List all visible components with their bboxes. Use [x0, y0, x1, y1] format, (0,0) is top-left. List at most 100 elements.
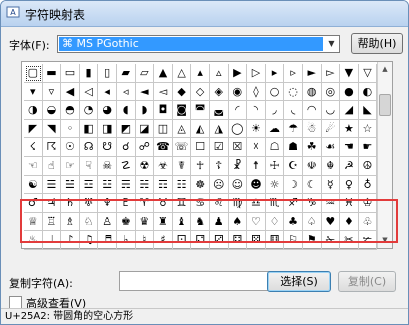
char-cell[interactable]: ♭: [116, 231, 136, 250]
char-cell[interactable]: ⚄: [247, 231, 266, 250]
char-cell[interactable]: ♠: [228, 212, 248, 232]
chevron-down-icon[interactable]: ▼: [324, 36, 339, 52]
char-cell[interactable]: ☑: [209, 138, 229, 157]
char-cell[interactable]: ◃: [116, 82, 136, 102]
char-cell[interactable]: ☠: [98, 156, 117, 176]
char-cell[interactable]: ◚: [191, 101, 210, 120]
char-cell[interactable]: ☵: [135, 175, 155, 195]
char-cell[interactable]: ♊: [172, 194, 192, 213]
char-cell[interactable]: ☲: [79, 175, 99, 195]
char-cell[interactable]: ☚: [340, 138, 359, 157]
scroll-down-icon[interactable]: ▼: [378, 233, 392, 248]
char-cell[interactable]: ▬: [42, 64, 62, 83]
char-cell[interactable]: ☢: [135, 156, 155, 176]
char-cell[interactable]: ♓: [340, 194, 359, 213]
char-cell[interactable]: ○: [265, 82, 285, 102]
char-cell[interactable]: ◭: [191, 119, 210, 139]
char-cell[interactable]: ♎: [247, 194, 266, 213]
char-cell[interactable]: ♚: [116, 212, 136, 232]
char-cell[interactable]: ♬: [98, 231, 117, 250]
char-cell[interactable]: ◡: [321, 101, 341, 120]
char-cell[interactable]: ☂: [284, 119, 303, 139]
char-cell[interactable]: ♘: [79, 212, 99, 232]
char-cell[interactable]: ☬: [321, 156, 341, 176]
scroll-up-icon[interactable]: ▲: [378, 62, 392, 77]
char-cell[interactable]: ♆: [98, 194, 117, 213]
char-cell[interactable]: ♯: [154, 231, 173, 250]
char-cell[interactable]: ◖: [116, 101, 136, 120]
copy-chars-input[interactable]: [119, 271, 271, 291]
char-cell[interactable]: ♗: [61, 212, 80, 232]
char-cell[interactable]: ▢: [24, 64, 43, 83]
char-cell[interactable]: ⚃: [228, 231, 248, 250]
char-cell[interactable]: ♙: [98, 212, 117, 232]
char-cell[interactable]: ◮: [209, 119, 229, 139]
grid-scrollbar[interactable]: ▲ ▼: [377, 62, 392, 248]
char-cell[interactable]: ☤: [172, 156, 192, 176]
select-button[interactable]: 选择(S): [267, 271, 331, 292]
char-cell[interactable]: ♤: [302, 212, 322, 232]
char-cell[interactable]: ▯: [98, 64, 117, 83]
char-cell[interactable]: ◉: [228, 82, 248, 102]
char-cell[interactable]: ☀: [247, 119, 266, 139]
char-cell[interactable]: ☘: [302, 138, 322, 157]
char-cell[interactable]: ☝: [42, 156, 62, 176]
char-cell[interactable]: ◘: [154, 101, 173, 120]
char-cell[interactable]: ☼: [265, 175, 285, 195]
char-cell[interactable]: ▷: [247, 64, 266, 83]
char-cell[interactable]: ♍: [228, 194, 248, 213]
char-cell[interactable]: ◄: [135, 82, 155, 102]
char-cell[interactable]: ♁: [358, 175, 378, 195]
char-cell[interactable]: ☖: [265, 138, 285, 157]
char-cell[interactable]: ⚑: [302, 231, 322, 250]
char-cell[interactable]: ♫: [79, 231, 99, 250]
char-cell[interactable]: ►: [302, 64, 322, 83]
char-cell[interactable]: ✃: [358, 231, 378, 250]
char-cell[interactable]: ☆: [358, 119, 378, 139]
char-cell[interactable]: ☎: [154, 138, 173, 157]
char-cell[interactable]: ◠: [302, 101, 322, 120]
char-cell[interactable]: ☮: [358, 156, 378, 176]
char-cell[interactable]: ◟: [284, 101, 303, 120]
char-cell[interactable]: ◤: [24, 119, 43, 139]
char-cell[interactable]: ♑: [302, 194, 322, 213]
char-cell[interactable]: ◫: [154, 119, 173, 139]
char-cell[interactable]: ♕: [24, 212, 43, 232]
char-cell[interactable]: ♉: [154, 194, 173, 213]
char-cell[interactable]: ◓: [61, 101, 80, 120]
char-cell[interactable]: ♄: [61, 194, 80, 213]
scrollbar-thumb[interactable]: [379, 94, 391, 116]
char-cell[interactable]: ☣: [154, 156, 173, 176]
char-cell[interactable]: ✁: [321, 231, 341, 250]
char-cell[interactable]: ☇: [24, 138, 43, 157]
char-cell[interactable]: ♩: [42, 231, 62, 250]
font-dropdown[interactable]: ⌘ MS PGothic ▼: [57, 35, 340, 53]
char-cell[interactable]: ●: [340, 82, 359, 102]
char-cell[interactable]: ▼: [340, 64, 359, 83]
char-cell[interactable]: ♪: [61, 231, 80, 250]
char-cell[interactable]: ◐: [358, 82, 378, 102]
char-cell[interactable]: ▻: [321, 64, 341, 83]
char-cell[interactable]: ♢: [265, 212, 285, 232]
char-cell[interactable]: ▮: [79, 64, 99, 83]
char-cell[interactable]: ▱: [135, 64, 155, 83]
char-cell[interactable]: ⚁: [191, 231, 210, 250]
char-cell[interactable]: ▰: [116, 64, 136, 83]
char-cell[interactable]: ☙: [321, 138, 341, 157]
char-cell[interactable]: ▾: [24, 82, 43, 102]
char-cell[interactable]: ⚐: [284, 231, 303, 250]
char-cell[interactable]: ◈: [209, 82, 229, 102]
char-cell[interactable]: ☄: [321, 119, 341, 139]
char-cell[interactable]: ♡: [247, 212, 266, 232]
char-cell[interactable]: ♖: [42, 212, 62, 232]
char-cell[interactable]: ◑: [24, 101, 43, 120]
char-cell[interactable]: ☾: [302, 175, 322, 195]
char-cell[interactable]: ☊: [79, 138, 99, 157]
char-cell[interactable]: ▶: [228, 64, 248, 83]
char-cell[interactable]: ⚂: [209, 231, 229, 250]
char-cell[interactable]: ♃: [42, 194, 62, 213]
char-cell[interactable]: ♀: [340, 175, 359, 195]
char-cell[interactable]: ◁: [79, 82, 99, 102]
char-cell[interactable]: ▲: [154, 64, 173, 83]
char-cell[interactable]: ♟: [209, 212, 229, 232]
